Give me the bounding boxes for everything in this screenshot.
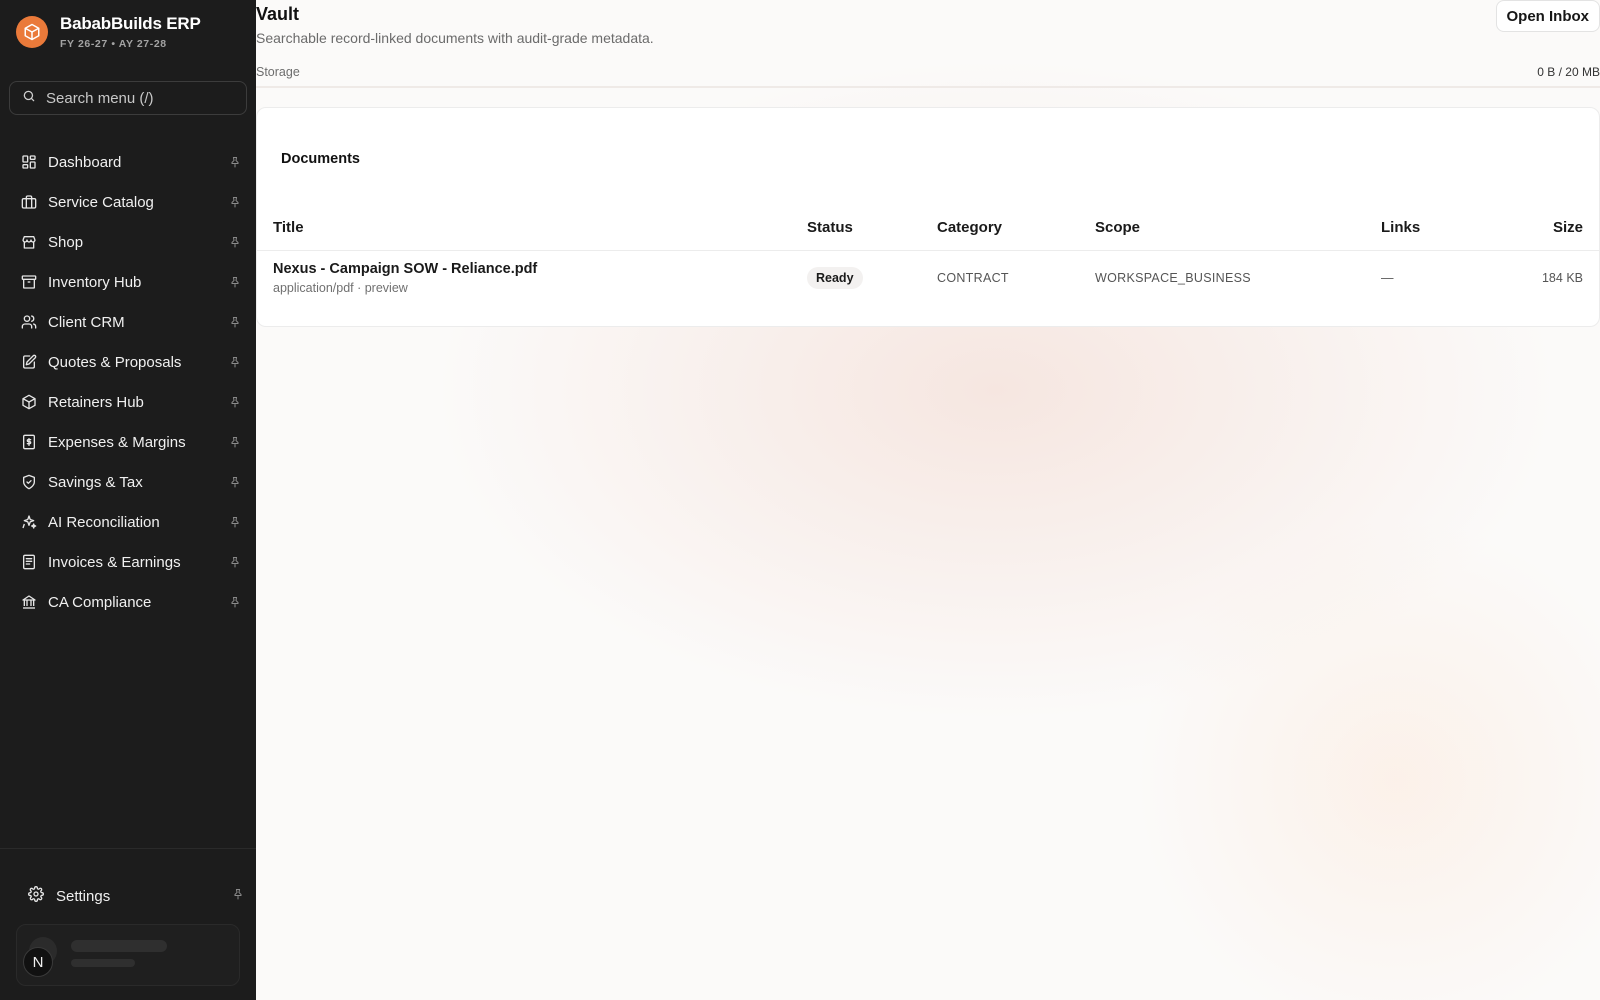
column-header-status[interactable]: Status bbox=[807, 206, 937, 251]
pin-icon[interactable] bbox=[228, 435, 242, 449]
pin-icon[interactable] bbox=[228, 395, 242, 409]
sidebar-item-label: Quotes & Proposals bbox=[48, 353, 182, 371]
pin-icon[interactable] bbox=[228, 595, 242, 609]
sidebar-item-label: Invoices & Earnings bbox=[48, 553, 181, 571]
search-icon bbox=[22, 89, 36, 108]
sidebar-item-savings-tax[interactable]: Savings & Tax bbox=[0, 462, 256, 502]
sidebar-item-quotes-proposals[interactable]: Quotes & Proposals bbox=[0, 342, 256, 382]
category-value: CONTRACT bbox=[937, 271, 1009, 286]
column-header-scope[interactable]: Scope bbox=[1095, 206, 1381, 251]
receipt-dollar-icon bbox=[20, 433, 38, 451]
sidebar-item-service-catalog[interactable]: Service Catalog bbox=[0, 182, 256, 222]
sidebar-item-label: Shop bbox=[48, 233, 84, 251]
sidebar-item-retainers-hub[interactable]: Retainers Hub bbox=[0, 382, 256, 422]
status-badge: Ready bbox=[807, 267, 863, 290]
sidebar-item-invoices-earnings[interactable]: Invoices & Earnings bbox=[0, 542, 256, 582]
search-box[interactable] bbox=[9, 81, 247, 115]
sparkles-icon bbox=[20, 513, 38, 531]
page-title: Vault bbox=[256, 4, 300, 24]
column-header-links[interactable]: Links bbox=[1381, 206, 1491, 251]
main-content: Vault Searchable record-linked documents… bbox=[256, 0, 1600, 1000]
storage-label: Storage bbox=[256, 65, 300, 79]
store-icon bbox=[20, 233, 38, 251]
sidebar-item-label: Inventory Hub bbox=[48, 273, 142, 291]
sidebar-item-label: AI Reconciliation bbox=[48, 513, 160, 531]
cell-title: Nexus - Campaign SOW - Reliance.pdf appl… bbox=[257, 250, 807, 306]
pin-icon[interactable] bbox=[228, 555, 242, 569]
column-header-category[interactable]: Category bbox=[937, 206, 1095, 251]
cell-size: 184 KB bbox=[1491, 250, 1599, 306]
size-value: 184 KB bbox=[1541, 271, 1583, 286]
sidebar-item-client-crm[interactable]: Client CRM bbox=[0, 302, 256, 342]
open-inbox-button[interactable]: Open Inbox bbox=[1495, 0, 1600, 32]
documents-table: Title Status Category Scope Links Size N… bbox=[257, 206, 1599, 306]
documents-title: Documents bbox=[281, 151, 360, 167]
archive-icon bbox=[20, 273, 38, 291]
sidebar-item-expenses-margins[interactable]: Expenses & Margins bbox=[0, 422, 256, 462]
users-icon bbox=[20, 313, 38, 331]
storage-value: 0 B / 20 MB bbox=[1537, 65, 1600, 79]
page-subtitle: Searchable record-linked documents with … bbox=[256, 30, 654, 46]
shield-dollar-icon bbox=[20, 473, 38, 491]
table-row[interactable]: Nexus - Campaign SOW - Reliance.pdf appl… bbox=[257, 250, 1599, 306]
sidebar-item-label: CA Compliance bbox=[48, 593, 152, 611]
sidebar-item-label: Expenses & Margins bbox=[48, 433, 186, 451]
user-card[interactable]: N bbox=[16, 924, 240, 986]
sidebar-item-label: Savings & Tax bbox=[48, 473, 143, 491]
table-header-row: Title Status Category Scope Links Size bbox=[257, 206, 1599, 251]
pin-icon[interactable] bbox=[232, 887, 244, 905]
sidebar-item-label: Client CRM bbox=[48, 313, 125, 331]
pin-icon[interactable] bbox=[228, 275, 242, 289]
edit-document-icon bbox=[20, 353, 38, 371]
cell-links: — bbox=[1381, 250, 1491, 306]
pin-icon[interactable] bbox=[228, 195, 242, 209]
search-input[interactable] bbox=[46, 89, 236, 107]
sidebar: BababBuilds ERP FY 26-27 • AY 27-28 Dash… bbox=[0, 0, 256, 1000]
sidebar-item-shop[interactable]: Shop bbox=[0, 222, 256, 262]
pin-icon[interactable] bbox=[228, 475, 242, 489]
sidebar-item-settings[interactable]: Settings bbox=[28, 884, 244, 908]
box-icon bbox=[20, 393, 38, 411]
pin-icon[interactable] bbox=[228, 155, 242, 169]
links-value: — bbox=[1381, 271, 1394, 286]
sidebar-item-dashboard[interactable]: Dashboard bbox=[0, 142, 256, 182]
pin-icon[interactable] bbox=[228, 315, 242, 329]
pin-icon[interactable] bbox=[228, 355, 242, 369]
sidebar-nav: Dashboard Service Catalog Shop Inventory… bbox=[0, 142, 256, 622]
scope-value: WORKSPACE_BUSINESS bbox=[1095, 271, 1251, 286]
pin-icon[interactable] bbox=[228, 235, 242, 249]
column-header-title[interactable]: Title bbox=[257, 206, 807, 251]
sidebar-item-label: Service Catalog bbox=[48, 193, 154, 211]
dashboard-icon bbox=[20, 153, 38, 171]
user-name-skeleton bbox=[71, 940, 167, 952]
briefcase-icon bbox=[20, 193, 38, 211]
brand[interactable]: BababBuilds ERP FY 26-27 • AY 27-28 bbox=[16, 14, 201, 50]
storage-bar bbox=[256, 86, 1600, 88]
sidebar-item-inventory-hub[interactable]: Inventory Hub bbox=[0, 262, 256, 302]
pin-icon[interactable] bbox=[228, 515, 242, 529]
cube-logo-icon bbox=[16, 16, 48, 48]
fiscal-period: FY 26-27 • AY 27-28 bbox=[60, 38, 167, 50]
sidebar-item-label: Dashboard bbox=[48, 153, 122, 171]
document-meta: application/pdf · preview bbox=[273, 281, 408, 296]
bank-icon bbox=[20, 593, 38, 611]
sidebar-divider bbox=[0, 848, 256, 849]
app-name: BababBuilds ERP bbox=[60, 14, 201, 33]
gear-icon bbox=[28, 885, 44, 907]
sidebar-item-ca-compliance[interactable]: CA Compliance bbox=[0, 582, 256, 622]
cell-scope: WORKSPACE_BUSINESS bbox=[1095, 250, 1381, 306]
sidebar-item-ai-reconciliation[interactable]: AI Reconciliation bbox=[0, 502, 256, 542]
document-name[interactable]: Nexus - Campaign SOW - Reliance.pdf bbox=[273, 261, 807, 277]
cell-status: Ready bbox=[807, 250, 937, 306]
settings-label: Settings bbox=[56, 887, 111, 905]
avatar[interactable]: N bbox=[23, 947, 53, 977]
cell-category: CONTRACT bbox=[937, 250, 1095, 306]
documents-card: Documents Title Status Category Scope Li… bbox=[256, 107, 1600, 327]
sidebar-item-label: Retainers Hub bbox=[48, 393, 144, 411]
invoice-icon bbox=[20, 553, 38, 571]
column-header-size[interactable]: Size bbox=[1491, 206, 1599, 251]
user-role-skeleton bbox=[71, 959, 135, 967]
